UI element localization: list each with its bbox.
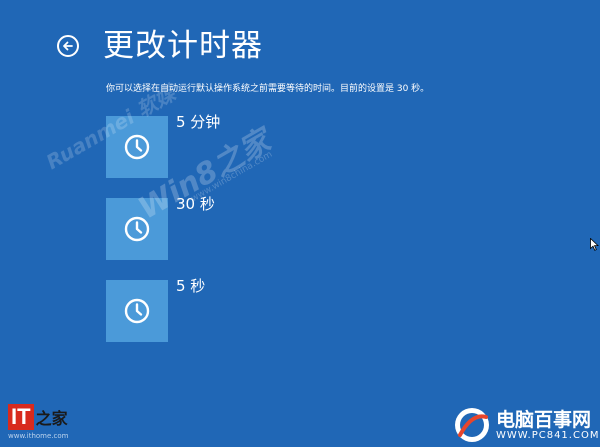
option-tile [106, 198, 168, 260]
timer-option-5-seconds[interactable]: 5 秒 [106, 277, 326, 344]
mouse-cursor-icon [590, 238, 599, 251]
back-arrow-icon [63, 41, 73, 51]
timer-option-30-seconds[interactable]: 30 秒 [106, 195, 326, 262]
option-label: 5 分钟 [176, 113, 221, 131]
pc841-logo-url: WWW.PC841.COM [496, 430, 600, 441]
clock-icon [124, 134, 150, 160]
ithome-logo-text: 之家 [35, 409, 68, 428]
option-label: 30 秒 [176, 195, 215, 213]
clock-icon [124, 298, 150, 324]
timer-option-5-minutes[interactable]: 5 分钟 [106, 113, 326, 180]
pc841-logo-name: 电脑百事网 [496, 409, 592, 431]
ithome-logo-mark: IT [8, 404, 34, 430]
back-button[interactable] [57, 35, 79, 57]
pc841-logo-icon [455, 408, 489, 442]
option-tile [106, 280, 168, 342]
page-title: 更改计时器 [103, 28, 263, 64]
pc841-logo: 电脑百事网 WWW.PC841.COM [452, 405, 598, 445]
clock-icon [124, 216, 150, 242]
page-header: 更改计时器 [57, 24, 263, 68]
timer-description: 你可以选择在自动运行默认操作系统之前需要等待的时间。目前的设置是 30 秒。 [106, 84, 430, 94]
ithome-url: www.ithome.com [8, 432, 69, 440]
option-label: 5 秒 [176, 277, 206, 295]
option-tile [106, 116, 168, 178]
ithome-logo: IT 之家 www.ithome.com [8, 404, 68, 444]
